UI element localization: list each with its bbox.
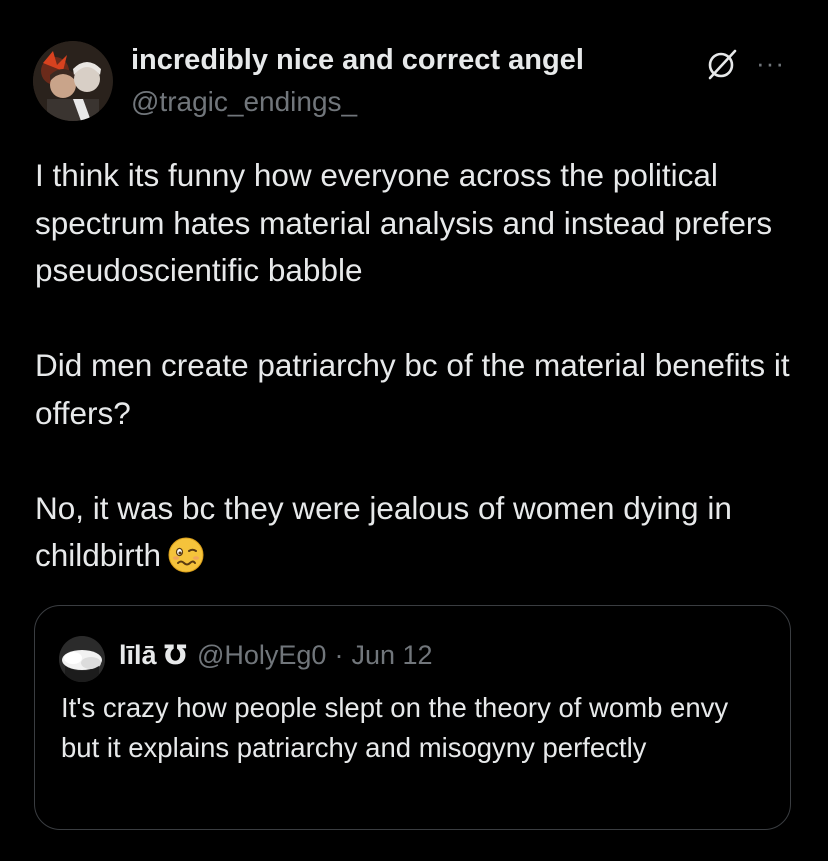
grok-icon[interactable] (704, 46, 740, 82)
avatar-image (33, 41, 113, 121)
quoted-tweet-text: It's crazy how people slept on the theor… (61, 692, 729, 763)
quoted-tweet-header: līlā ℧ @HolyEg0 · Jun 12 (119, 638, 433, 672)
tweet-paragraph-3-text: No, it was bc they were jealous of women… (35, 489, 732, 574)
author-display-name[interactable]: incredibly nice and correct angel (131, 44, 584, 77)
author-handle[interactable]: @tragic_endings_ (131, 86, 357, 118)
tweet-paragraph-2: Did men create patriarchy bc of the mate… (35, 347, 790, 431)
tweet-text: I think its funny how everyone across th… (35, 152, 795, 580)
quoted-author-handle[interactable]: @HolyEg0 (197, 640, 326, 670)
woozy-face-emoji-icon (167, 536, 205, 574)
author-avatar[interactable] (33, 41, 113, 121)
quoted-tweet[interactable]: līlā ℧ @HolyEg0 · Jun 12 It's crazy how peo… (34, 605, 791, 830)
tweet-paragraph-1: I think its funny how everyone across th… (35, 157, 773, 288)
more-options-icon[interactable]: ··· (756, 48, 790, 78)
quoted-author-avatar[interactable] (59, 636, 105, 682)
quoted-author-display-name[interactable]: līlā ℧ (119, 640, 187, 670)
header-separator: · (334, 640, 344, 670)
tweet-paragraph-3: No, it was bc they were jealous of women… (35, 485, 795, 580)
quoted-tweet-date[interactable]: Jun 12 (351, 640, 432, 670)
